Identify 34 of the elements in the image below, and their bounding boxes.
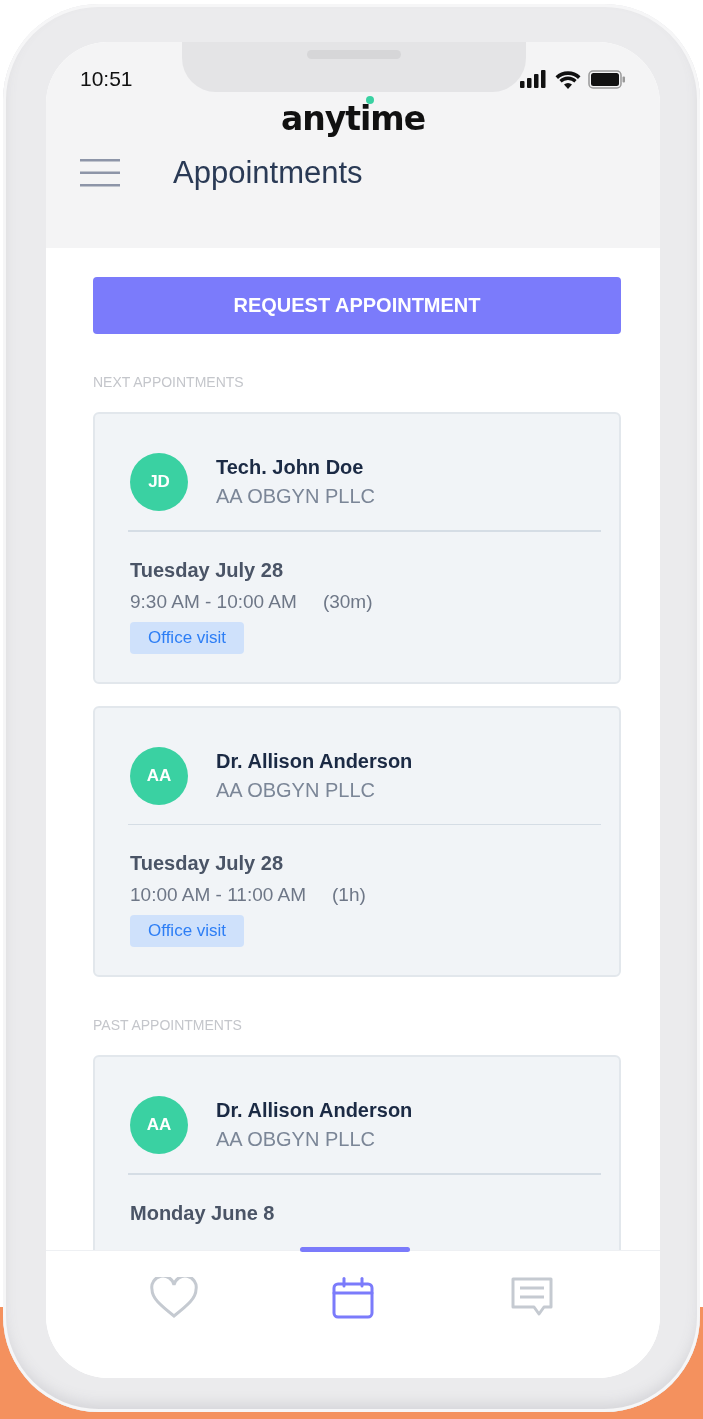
chat-icon (510, 1277, 554, 1317)
provider-name: Dr. Allison Anderson (216, 1099, 413, 1122)
menu-icon[interactable] (80, 158, 120, 188)
provider-name: Tech. John Doe (216, 456, 365, 479)
appointment-duration: (30m) (322, 590, 373, 613)
appointment-time: 9:30 AM - 10:00 AM (130, 590, 297, 613)
appointment-duration: (1h) (332, 884, 366, 906)
initials-avatar: AA (130, 1096, 188, 1154)
initials-avatar: AA (130, 746, 188, 805)
appointment-date: Tuesday July 28 (130, 558, 284, 582)
clinic-name: AA OBGYN PLLC (216, 1128, 376, 1151)
calendar-icon (332, 1277, 374, 1319)
section-heading: PAST APPOINTMENTS (93, 1017, 243, 1033)
appointment-date: Monday June 8 (130, 1201, 275, 1225)
wifi-icon (555, 69, 581, 89)
page-title: Appointments (173, 155, 363, 191)
appointment-time: 10:00 AM - 11:00 AM (130, 884, 307, 906)
initials-avatar: JD (130, 453, 188, 511)
appointment-card[interactable]: AA Dr. Allison Anderson AA OBGYN PLLC Tuesday July 28 10:00 AM - 11:00 AM (1h) Office visit (93, 705, 621, 977)
provider-name: Dr. Allison Anderson (216, 749, 413, 773)
section-heading: NEXT APPOINTMENTS (93, 374, 245, 390)
signal-icon (520, 70, 548, 88)
battery-icon (588, 69, 626, 89)
visit-type-tag: Office visit (130, 915, 245, 947)
logo-dot-icon (365, 96, 374, 104)
clinic-name: AA OBGYN PLLC (216, 778, 376, 802)
anytime-logo: anytime (280, 99, 426, 139)
appointment-card[interactable]: AA Dr. Allison Anderson AA OBGYN PLLC Monday June 8 (93, 1055, 621, 1250)
appointment-date: Tuesday July 28 (130, 852, 284, 875)
visit-type-tag: Office visit (130, 621, 245, 654)
appointment-card[interactable]: JD Tech. John Doe AA OBGYN PLLC Tuesday July 28 9:30 AM - 10:00 AM (30m) Office visit (93, 412, 621, 684)
heart-icon (150, 1277, 198, 1319)
status-time: 10:51 (80, 67, 133, 91)
clinic-name: AA OBGYN PLLC (216, 485, 375, 508)
